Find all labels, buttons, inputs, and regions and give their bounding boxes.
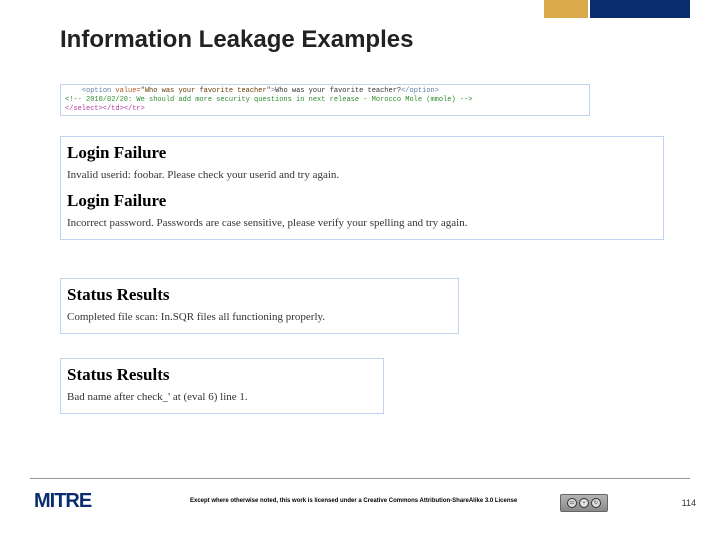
code-line-1: <option value="Who was your favorite tea…	[65, 87, 585, 96]
mitre-logo: MITRE	[34, 490, 91, 513]
accent-blue	[590, 0, 690, 18]
status-results-box-1: Status Results Completed file scan: In.S…	[60, 278, 459, 334]
attr-name: value=	[115, 87, 140, 95]
code-line-3: </select></td></tr>	[65, 105, 585, 114]
cc-badge-icon: cc • ↻	[560, 494, 608, 512]
page-number: 114	[682, 498, 696, 508]
attr-value: "Who was your favorite teacher"	[141, 87, 271, 95]
login-failure-heading-1: Login Failure	[67, 143, 657, 163]
status-msg-2: Bad name after check_' at (eval 6) line …	[67, 391, 377, 403]
tag-open: <option	[82, 87, 116, 95]
status-results-box-2: Status Results Bad name after check_' at…	[60, 358, 384, 414]
login-failure-heading-2: Login Failure	[67, 191, 657, 211]
by-icon: •	[579, 498, 589, 508]
cc-icon: cc	[567, 498, 577, 508]
code-line-2-comment: <!-- 2010/02/20: We should add more secu…	[65, 96, 585, 105]
accent-gold	[544, 0, 588, 18]
code-snippet-box: <option value="Who was your favorite tea…	[60, 84, 590, 116]
slide-title: Information Leakage Examples	[60, 26, 413, 54]
option-text: Who was your favorite teacher?	[275, 87, 401, 95]
license-text: Except where otherwise noted, this work …	[190, 498, 517, 504]
status-heading-2: Status Results	[67, 365, 377, 385]
status-msg-1: Completed file scan: In.SQR files all fu…	[67, 311, 452, 323]
tag-close: </option>	[401, 87, 439, 95]
status-heading-1: Status Results	[67, 285, 452, 305]
sa-icon: ↻	[591, 498, 601, 508]
header-accent	[544, 0, 690, 18]
login-failure-msg-1: Invalid userid: foobar. Please check you…	[67, 169, 657, 181]
login-failure-msg-2: Incorrect password. Passwords are case s…	[67, 217, 657, 229]
login-failure-box: Login Failure Invalid userid: foobar. Pl…	[60, 136, 664, 240]
footer-divider	[30, 478, 690, 479]
